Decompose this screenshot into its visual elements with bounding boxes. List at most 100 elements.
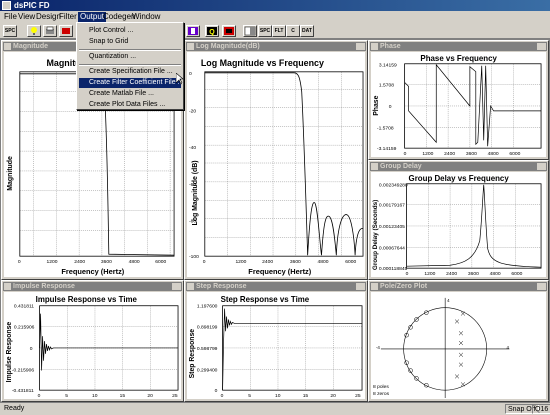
spc-output-button[interactable]: SPC (258, 25, 272, 37)
menu-filter[interactable]: Filter (59, 12, 77, 22)
group-delay-plot[interactable]: Group Delay vs Frequency 0.002349280 0.0… (371, 172, 546, 277)
step-ytick-0: 1.197600 (197, 304, 218, 310)
impulse-ytick-3: -0.215906 (12, 368, 34, 374)
impulse-xtick-3: 15 (120, 393, 126, 399)
plot-icon[interactable] (186, 25, 200, 37)
pole-zero-plot[interactable]: -4 4 4 8 poles 8 zeros (371, 292, 546, 399)
log-magnitude-xtick-0: 0 (203, 259, 206, 265)
lightbulb-icon[interactable] (27, 25, 41, 37)
log-magnitude-ylabel: Log Magnitude (dB) (192, 160, 199, 225)
group-delay-xtick-5: 6000 (511, 271, 522, 277)
log-magnitude-xtick-4: 4800 (318, 259, 329, 265)
phase-curve (404, 63, 542, 147)
app-title: dsPIC FD (14, 1, 50, 10)
group-delay-ytick-2: 0.00123405 (379, 224, 405, 230)
step-curve (222, 308, 363, 391)
menu-output[interactable]: Output (78, 12, 107, 22)
phase-xtick-1: 1200 (422, 151, 433, 157)
menu-codegen[interactable]: Codegen (103, 12, 135, 22)
impulse-ytick-4: -0.431811 (12, 388, 34, 394)
log-magnitude-window[interactable]: Log Magnitude(dB) Log Magnitude vs Frequ… (184, 40, 368, 280)
log-magnitude-plot[interactable]: Log Magnitude vs Frequency 0 -20 -40 -60… (187, 52, 365, 277)
spc-output-label: SPC (259, 28, 271, 34)
phase-plot[interactable]: Phase vs Frequency 3.14159 1.5708 0 -1.5… (371, 52, 546, 157)
menu-design[interactable]: Design (36, 12, 61, 22)
log-magnitude-ytick-0: 0 (189, 71, 192, 77)
group-delay-window-title-text: Group Delay (380, 163, 422, 170)
poles-count: 8 poles (373, 384, 389, 390)
menu-item-create-filter-coefficient-file[interactable]: Create Filter Coefficient File ... (79, 78, 183, 88)
app-window: dsPIC FD File View Design Filter Output … (0, 0, 550, 415)
impulse-window-title[interactable]: Impulse Response (3, 282, 182, 291)
menu-item-quantization[interactable]: Quantization ... (79, 52, 181, 62)
step-xtick-3: 15 (303, 393, 309, 399)
flt-button[interactable]: FLT (272, 25, 286, 37)
c-label: C (291, 28, 295, 34)
log-magnitude-window-title[interactable]: Log Magnitude(dB) (186, 42, 366, 51)
spc-tool-label: SPC (4, 28, 16, 34)
magnitude-xtick-5: 6000 (155, 259, 166, 265)
menu-item-plot-control[interactable]: Plot Control ... (79, 26, 181, 36)
dat-button[interactable]: DAT (300, 25, 314, 37)
menu-item-create-plot-data-files[interactable]: Create Plot Data Files ... (79, 100, 181, 110)
step-ytick-4: 0 (215, 388, 218, 394)
group-delay-window-title[interactable]: Group Delay (370, 162, 547, 171)
step-ytick-2: 0.598799 (197, 346, 218, 352)
group-delay-xtick-2: 2400 (446, 271, 457, 277)
phase-xtick-0: 0 (404, 151, 407, 157)
flt-label: FLT (274, 28, 284, 34)
grid-icon[interactable] (243, 25, 257, 37)
menu-item-snap-to-grid[interactable]: Snap to Grid (79, 37, 181, 47)
menu-view[interactable]: View (18, 12, 35, 22)
impulse-xtick-2: 10 (92, 393, 98, 399)
menu-separator (79, 49, 181, 51)
log-magnitude-curve (204, 72, 364, 256)
export-icon[interactable] (59, 25, 73, 37)
log-magnitude-xtick-3: 3600 (290, 259, 301, 265)
step-response-window[interactable]: Step Response Step Response vs Time 1.19… (184, 280, 368, 402)
impulse-xtick-4: 20 (147, 393, 153, 399)
pole-zero-window[interactable]: Pole/Zero Plot -4 4 4 8 poles 8 zeros (368, 280, 549, 402)
step-xtick-5: 25 (355, 393, 361, 399)
impulse-response-plot[interactable]: Impulse Response vs Time 0.431811 0.2159… (4, 292, 181, 399)
menu-separator (79, 64, 181, 66)
print-icon[interactable] (43, 25, 57, 37)
format-status: Q16 (532, 404, 550, 414)
phase-window[interactable]: Phase Phase vs Frequency 3.14159 1.5708 … (368, 40, 549, 160)
impulse-response-window[interactable]: Impulse Response Impulse Response vs Tim… (1, 280, 184, 402)
log-magnitude-plot-title: Log Magnitude vs Frequency (201, 58, 324, 68)
quantize-icon[interactable]: Q (205, 25, 219, 37)
menu-window[interactable]: Window (132, 12, 160, 22)
app-icon (2, 1, 11, 10)
status-bar: Ready Snap Off Q16 (0, 403, 550, 415)
phase-window-title[interactable]: Phase (370, 42, 547, 51)
pole-zero-window-title[interactable]: Pole/Zero Plot (370, 282, 547, 291)
magnitude-ylabel: Magnitude (7, 156, 14, 191)
phase-xtick-3: 3600 (466, 151, 477, 157)
impulse-xtick-1: 5 (65, 393, 68, 399)
group-delay-ylabel: Group Delay (Seconds) (372, 200, 379, 270)
step-ytick-3: 0.299400 (197, 368, 218, 374)
magnitude-xtick-2: 2400 (74, 259, 85, 265)
impulse-plot-title: Impulse Response vs Time (36, 295, 138, 304)
phase-ylabel: Phase (373, 95, 380, 115)
impulse-curve (39, 313, 179, 371)
menu-item-create-specification-file[interactable]: Create Specification File ... (79, 67, 181, 77)
pz-axis-left: -4 (376, 345, 380, 350)
pattern-icon[interactable] (222, 25, 236, 37)
step-xtick-4: 20 (330, 393, 336, 399)
phase-ytick-4: -3.14159 (377, 146, 397, 152)
impulse-window-title-text: Impulse Response (13, 283, 75, 290)
step-response-plot[interactable]: Step Response vs Time 1.197600 0.898199 … (187, 292, 365, 399)
title-bar: dsPIC FD (0, 0, 550, 11)
log-magnitude-ytick-5: -100 (189, 254, 199, 260)
menu-item-create-matlab-file[interactable]: Create Matlab File ... (79, 89, 181, 99)
step-window-title[interactable]: Step Response (186, 282, 366, 291)
group-delay-window[interactable]: Group Delay Group Delay vs Frequency 0.0… (368, 160, 549, 280)
log-magnitude-xlabel: Frequency (Hertz) (248, 267, 311, 276)
spc-tool-button[interactable]: SPC (3, 25, 17, 37)
c-button[interactable]: C (286, 25, 300, 37)
svg-text:Q: Q (209, 29, 215, 36)
menu-file[interactable]: File (4, 12, 17, 22)
step-ytick-1: 0.898199 (197, 324, 218, 330)
